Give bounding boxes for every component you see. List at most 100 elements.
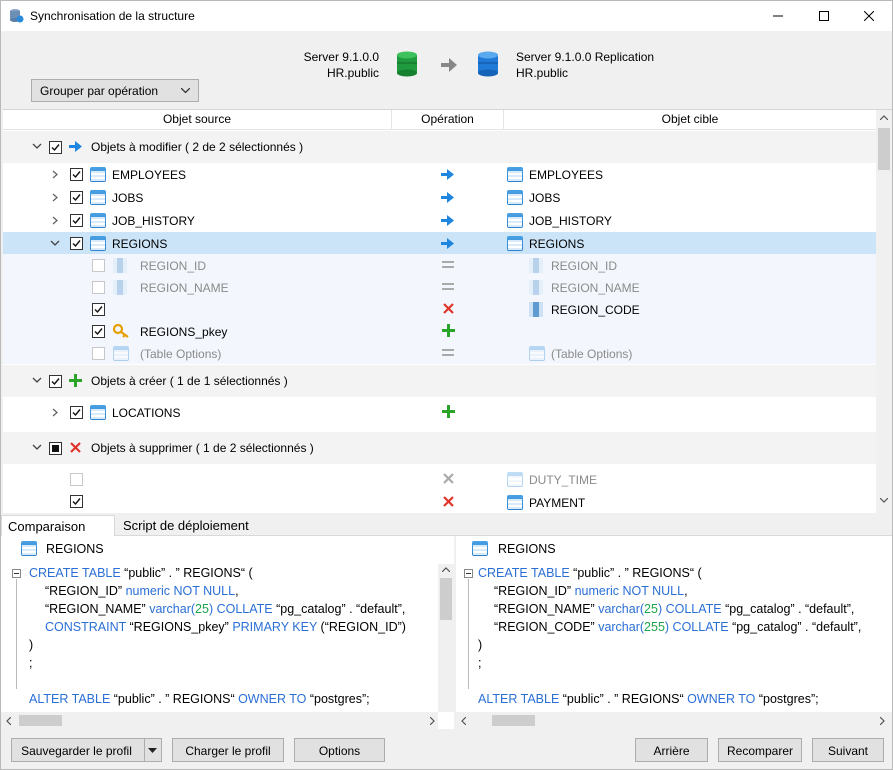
group-create-checkbox[interactable] bbox=[49, 375, 62, 388]
scroll-left-icon[interactable] bbox=[461, 717, 466, 725]
table-row-selected[interactable]: REGIONS REGIONS bbox=[3, 232, 876, 254]
scrollbar-thumb[interactable] bbox=[19, 715, 62, 726]
row-checkbox[interactable] bbox=[70, 406, 83, 419]
column-icon bbox=[529, 258, 543, 273]
group-delete-checkbox[interactable] bbox=[49, 442, 62, 455]
row-checkbox[interactable] bbox=[92, 347, 105, 360]
save-profile-button[interactable]: Sauvegarder le profil bbox=[11, 738, 162, 762]
window-title: Synchronisation de la structure bbox=[30, 9, 195, 23]
fold-toggle-icon[interactable] bbox=[12, 569, 21, 578]
fold-toggle-icon[interactable] bbox=[464, 569, 473, 578]
options-row[interactable]: (Table Options) (Table Options) bbox=[3, 342, 876, 364]
scroll-left-icon[interactable] bbox=[6, 717, 11, 725]
tab-deployment-script[interactable]: Script de déploiement bbox=[117, 515, 255, 537]
constraint-row[interactable]: REGIONS_pkey bbox=[3, 320, 876, 342]
options-button[interactable]: Options bbox=[294, 738, 385, 762]
group-modify-checkbox[interactable] bbox=[49, 141, 62, 154]
load-profile-button[interactable]: Charger le profil bbox=[172, 738, 284, 762]
maximize-button[interactable] bbox=[801, 1, 847, 31]
maximize-icon bbox=[819, 11, 829, 21]
scrollbar-thumb[interactable] bbox=[878, 128, 890, 170]
column-source-header[interactable]: Objet source bbox=[3, 112, 391, 126]
row-checkbox[interactable] bbox=[92, 259, 105, 272]
objects-grid: Objet source Opération Objet cible Objet… bbox=[3, 109, 892, 514]
table-row[interactable]: LOCATIONS bbox=[3, 401, 876, 423]
modify-arrow-icon bbox=[69, 141, 82, 152]
table-icon bbox=[507, 190, 523, 205]
group-by-select[interactable]: Grouper par opération bbox=[31, 79, 199, 102]
table-icon bbox=[507, 495, 523, 510]
chevron-down-icon[interactable] bbox=[50, 240, 60, 247]
row-checkbox[interactable] bbox=[70, 237, 83, 250]
ddl-target-hscroll[interactable] bbox=[456, 712, 892, 729]
chevron-down-icon[interactable] bbox=[32, 143, 42, 150]
direction-arrow-icon bbox=[441, 58, 457, 72]
grid-scrollbar[interactable] bbox=[876, 110, 892, 514]
column-icon bbox=[113, 258, 127, 273]
table-row[interactable]: PAYMENT bbox=[3, 491, 876, 513]
target-database-icon bbox=[478, 51, 498, 77]
table-row[interactable]: JOBS JOBS bbox=[3, 186, 876, 208]
scrollbar-thumb[interactable] bbox=[492, 715, 535, 726]
group-row-modify[interactable]: Objets à modifier ( 2 de 2 sélectionnés … bbox=[3, 131, 876, 163]
tab-bar: Comparaison DDL Script de déploiement bbox=[1, 514, 892, 549]
column-row[interactable]: REGION_NAME REGION_NAME bbox=[3, 276, 876, 298]
column-row[interactable]: REGION_CODE bbox=[3, 298, 876, 320]
table-row[interactable]: EMPLOYEES EMPLOYEES bbox=[3, 163, 876, 185]
row-checkbox[interactable] bbox=[70, 495, 83, 508]
chevron-right-icon[interactable] bbox=[52, 216, 58, 225]
chevron-right-icon[interactable] bbox=[52, 170, 58, 179]
minimize-button[interactable] bbox=[755, 1, 801, 31]
table-row[interactable]: DUTY_TIME bbox=[3, 468, 876, 490]
scroll-right-icon[interactable] bbox=[430, 717, 435, 725]
row-checkbox[interactable] bbox=[92, 303, 105, 316]
group-by-value: Grouper par opération bbox=[40, 84, 159, 98]
chevron-down-icon[interactable] bbox=[32, 377, 42, 384]
row-checkbox[interactable] bbox=[70, 214, 83, 227]
modify-arrow-icon bbox=[441, 192, 454, 203]
scroll-up-icon[interactable] bbox=[880, 115, 888, 120]
tab-ddl-comparison[interactable]: Comparaison DDL bbox=[1, 515, 115, 549]
scroll-up-icon[interactable] bbox=[442, 567, 450, 572]
group-row-create[interactable]: Objets à créer ( 1 de 1 sélectionnés ) bbox=[3, 365, 876, 397]
column-row[interactable]: REGION_ID REGION_ID bbox=[3, 254, 876, 276]
delete-x-icon bbox=[70, 442, 81, 453]
table-icon bbox=[90, 236, 106, 251]
source-object-name: LOCATIONS bbox=[112, 406, 181, 420]
chevron-right-icon[interactable] bbox=[52, 193, 58, 202]
add-plus-icon bbox=[442, 405, 455, 418]
table-options-icon bbox=[113, 346, 129, 361]
row-checkbox[interactable] bbox=[70, 473, 83, 486]
close-button[interactable] bbox=[846, 1, 892, 31]
row-checkbox[interactable] bbox=[70, 191, 83, 204]
target-object-name: EMPLOYEES bbox=[529, 168, 604, 182]
source-schema: HR.public bbox=[326, 66, 379, 80]
dropdown-arrow-icon[interactable] bbox=[148, 748, 157, 753]
grid-header: Objet source Opération Objet cible bbox=[3, 110, 876, 130]
column-operation-header[interactable]: Opération bbox=[392, 112, 503, 126]
ddl-source-hscroll[interactable] bbox=[1, 712, 438, 729]
group-row-delete[interactable]: Objets à supprimer ( 1 de 2 sélectionnés… bbox=[3, 432, 876, 464]
row-checkbox[interactable] bbox=[92, 325, 105, 338]
chevron-down-icon[interactable] bbox=[32, 444, 42, 451]
scroll-right-icon[interactable] bbox=[880, 717, 885, 725]
add-plus-icon bbox=[69, 374, 82, 387]
row-checkbox[interactable] bbox=[92, 281, 105, 294]
delete-x-icon bbox=[443, 473, 454, 484]
recompare-button[interactable]: Recomparer bbox=[718, 738, 802, 762]
ddl-source-vscroll[interactable] bbox=[438, 564, 454, 712]
chevron-right-icon[interactable] bbox=[52, 408, 58, 417]
row-checkbox[interactable] bbox=[70, 168, 83, 181]
group-create-label: Objets à créer ( 1 de 1 sélectionnés ) bbox=[91, 374, 288, 388]
table-icon bbox=[507, 167, 523, 182]
next-button[interactable]: Suivant bbox=[812, 738, 884, 762]
column-target-header[interactable]: Objet cible bbox=[504, 112, 876, 126]
column-icon bbox=[113, 280, 127, 295]
source-object-name: JOBS bbox=[112, 191, 144, 205]
back-button[interactable]: Arrière bbox=[635, 738, 708, 762]
scrollbar-thumb[interactable] bbox=[440, 578, 452, 620]
scroll-down-icon[interactable] bbox=[880, 498, 888, 503]
table-row[interactable]: JOB_HISTORY JOB_HISTORY bbox=[3, 209, 876, 231]
table-icon bbox=[90, 405, 106, 420]
equal-icon bbox=[442, 349, 454, 356]
